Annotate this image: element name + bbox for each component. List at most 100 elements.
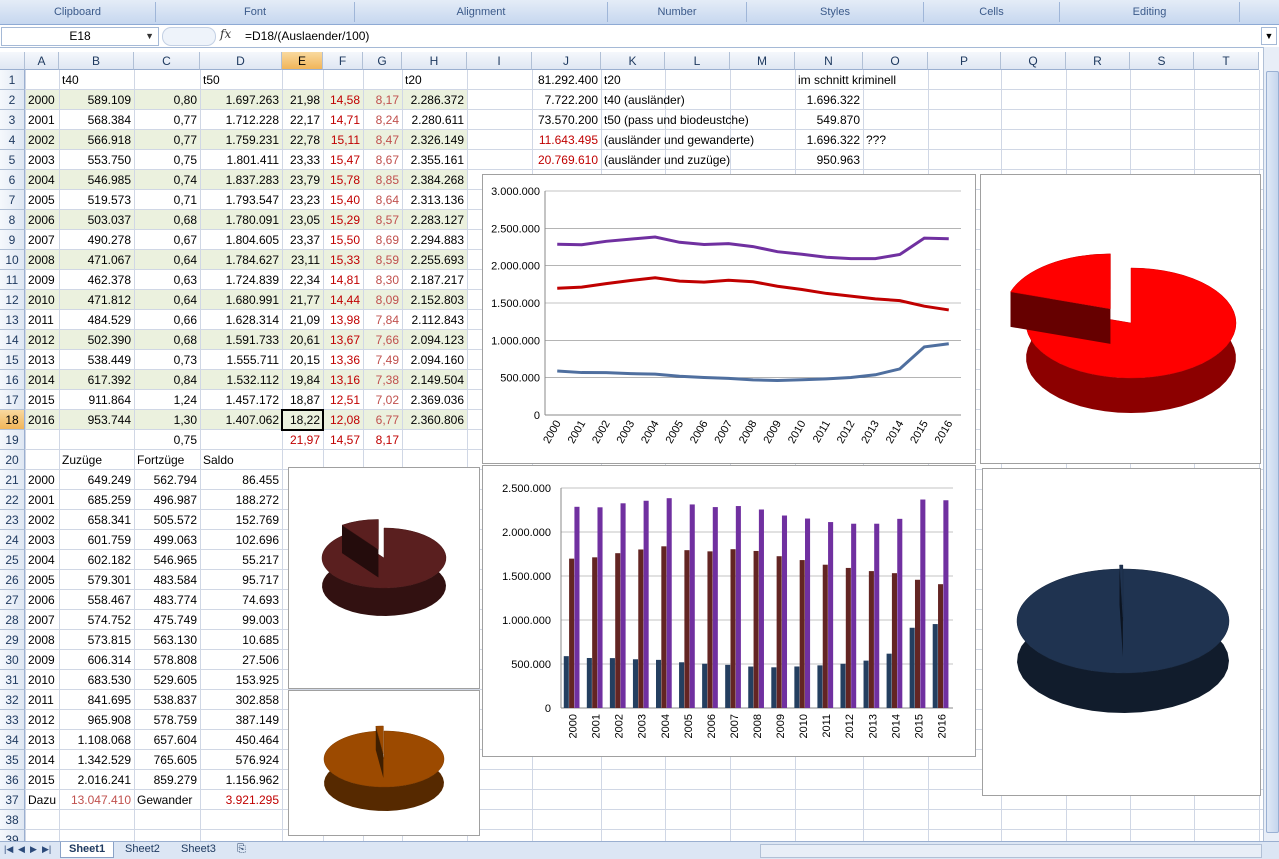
tab-sheet2[interactable]: Sheet2 bbox=[117, 842, 168, 857]
zuzuege-cell[interactable]: 1.108.068 bbox=[59, 730, 134, 750]
percent-cell[interactable]: 14,44 bbox=[323, 290, 363, 310]
row-header-22[interactable]: 22 bbox=[0, 490, 25, 510]
percent-cell[interactable]: 15,50 bbox=[323, 230, 363, 250]
info-value-cell[interactable]: 549.870 bbox=[795, 110, 863, 130]
t20-cell[interactable]: 2.149.504 bbox=[402, 370, 467, 390]
year-cell[interactable]: 2009 bbox=[25, 270, 59, 290]
percent-cell[interactable]: 15,78 bbox=[323, 170, 363, 190]
zuzuege-cell[interactable]: 601.759 bbox=[59, 530, 134, 550]
row-header-19[interactable]: 19 bbox=[0, 430, 25, 450]
row-header-17[interactable]: 17 bbox=[0, 390, 25, 410]
ratio-cell[interactable]: 0,67 bbox=[134, 230, 200, 250]
line-chart[interactable]: 0 500.000 1.000.000 1.500.000 2.000.000 2.500… bbox=[482, 174, 976, 464]
info-value-cell[interactable]: 950.963 bbox=[795, 150, 863, 170]
fortzuege-cell[interactable]: 483.584 bbox=[134, 570, 200, 590]
row-header-39[interactable]: 39 bbox=[0, 830, 25, 841]
fortzuege-cell[interactable]: 562.794 bbox=[134, 470, 200, 490]
zuzuege-cell[interactable]: 602.182 bbox=[59, 550, 134, 570]
percent-cell[interactable]: 22,17 bbox=[282, 110, 323, 130]
column-header-i[interactable]: I bbox=[467, 52, 532, 70]
t20-cell[interactable]: 2.112.843 bbox=[402, 310, 467, 330]
header-cell[interactable]: Saldo bbox=[200, 450, 282, 470]
column-header-n[interactable]: N bbox=[795, 52, 863, 70]
percent-cell[interactable]: 12,51 bbox=[323, 390, 363, 410]
fortzuege-cell[interactable]: 657.604 bbox=[134, 730, 200, 750]
percent-cell[interactable]: 15,11 bbox=[323, 130, 363, 150]
t40-cell[interactable]: 589.109 bbox=[59, 90, 134, 110]
saldo-cell[interactable]: 387.149 bbox=[200, 710, 282, 730]
year-cell[interactable]: 2006 bbox=[25, 590, 59, 610]
t20-cell[interactable]: 2.294.883 bbox=[402, 230, 467, 250]
row-header-28[interactable]: 28 bbox=[0, 610, 25, 630]
row-header-38[interactable]: 38 bbox=[0, 810, 25, 830]
percent-cell[interactable]: 8,24 bbox=[363, 110, 402, 130]
t50-cell[interactable]: 1.457.172 bbox=[200, 390, 282, 410]
prev-sheet-icon[interactable]: ◀ bbox=[18, 844, 25, 855]
row-header-29[interactable]: 29 bbox=[0, 630, 25, 650]
t50-cell[interactable]: 1.793.547 bbox=[200, 190, 282, 210]
t40-cell[interactable]: 566.918 bbox=[59, 130, 134, 150]
vertical-scrollbar[interactable] bbox=[1263, 47, 1279, 841]
row-header-12[interactable]: 12 bbox=[0, 290, 25, 310]
percent-cell[interactable]: 7,66 bbox=[363, 330, 402, 350]
fortzuege-cell[interactable]: 859.279 bbox=[134, 770, 200, 790]
select-all-corner[interactable] bbox=[0, 52, 25, 70]
header-cell[interactable]: Fortzüge bbox=[134, 450, 200, 470]
percent-cell[interactable]: 14,81 bbox=[323, 270, 363, 290]
pie-chart-maroon[interactable] bbox=[288, 467, 480, 689]
fortzuege-cell[interactable]: 765.605 bbox=[134, 750, 200, 770]
info-label-cell[interactable]: (ausländer und gewanderte) bbox=[601, 130, 801, 150]
percent-cell[interactable]: 8,30 bbox=[363, 270, 402, 290]
year-cell[interactable]: 2014 bbox=[25, 750, 59, 770]
ribbon-group-cells[interactable]: Cells bbox=[924, 2, 1060, 22]
year-cell[interactable]: 2013 bbox=[25, 730, 59, 750]
t20-cell[interactable]: 2.094.123 bbox=[402, 330, 467, 350]
row-header-11[interactable]: 11 bbox=[0, 270, 25, 290]
t40-cell[interactable]: 502.390 bbox=[59, 330, 134, 350]
row-header-4[interactable]: 4 bbox=[0, 130, 25, 150]
t50-cell[interactable]: 1.628.314 bbox=[200, 310, 282, 330]
label-cell[interactable]: Gewander bbox=[134, 790, 200, 810]
percent-cell[interactable]: 8,47 bbox=[363, 130, 402, 150]
column-header-f[interactable]: F bbox=[323, 52, 363, 70]
t20-cell[interactable]: 2.286.372 bbox=[402, 90, 467, 110]
percent-cell[interactable]: 23,11 bbox=[282, 250, 323, 270]
percent-cell[interactable]: 22,78 bbox=[282, 130, 323, 150]
fortzuege-cell[interactable]: 578.759 bbox=[134, 710, 200, 730]
saldo-cell[interactable]: 86.455 bbox=[200, 470, 282, 490]
percent-cell[interactable]: 15,33 bbox=[323, 250, 363, 270]
ratio-cell[interactable]: 0,73 bbox=[134, 350, 200, 370]
zuzuege-cell[interactable]: 574.752 bbox=[59, 610, 134, 630]
info-value-cell[interactable]: 73.570.200 bbox=[532, 110, 601, 130]
t20-cell[interactable]: 2.187.217 bbox=[402, 270, 467, 290]
percent-cell[interactable]: 20,15 bbox=[282, 350, 323, 370]
t20-cell[interactable]: 2.384.268 bbox=[402, 170, 467, 190]
pie-chart-navy[interactable] bbox=[982, 468, 1261, 796]
row-header-10[interactable]: 10 bbox=[0, 250, 25, 270]
year-cell[interactable]: 2015 bbox=[25, 770, 59, 790]
ratio-cell[interactable]: 0,77 bbox=[134, 130, 200, 150]
percent-cell[interactable]: 21,98 bbox=[282, 90, 323, 110]
zuzuege-cell[interactable]: 579.301 bbox=[59, 570, 134, 590]
ratio-cell[interactable]: 0,66 bbox=[134, 310, 200, 330]
info-note-cell[interactable]: ??? bbox=[863, 130, 928, 150]
header-cell[interactable]: t40 bbox=[59, 70, 134, 90]
fortzuege-cell[interactable]: 538.837 bbox=[134, 690, 200, 710]
row-header-2[interactable]: 2 bbox=[0, 90, 25, 110]
column-header-a[interactable]: A bbox=[25, 52, 59, 70]
year-cell[interactable]: 2012 bbox=[25, 710, 59, 730]
insert-sheet-icon[interactable]: ⎘ bbox=[229, 842, 254, 857]
t50-cell[interactable]: 1.591.733 bbox=[200, 330, 282, 350]
fortzuege-cell[interactable]: 546.965 bbox=[134, 550, 200, 570]
header-cell[interactable]: t50 bbox=[200, 70, 282, 90]
percent-cell[interactable]: 13,16 bbox=[323, 370, 363, 390]
ribbon-group-clipboard[interactable]: Clipboard bbox=[0, 2, 156, 22]
name-box[interactable]: E18 ▼ bbox=[1, 27, 159, 46]
saldo-cell[interactable]: 10.685 bbox=[200, 630, 282, 650]
saldo-cell[interactable]: 95.717 bbox=[200, 570, 282, 590]
year-cell[interactable]: 2012 bbox=[25, 330, 59, 350]
horizontal-scrollbar[interactable] bbox=[760, 844, 1262, 858]
zuzuege-cell[interactable]: 2.016.241 bbox=[59, 770, 134, 790]
year-cell[interactable]: 2007 bbox=[25, 610, 59, 630]
ratio-cell[interactable]: 0,74 bbox=[134, 170, 200, 190]
